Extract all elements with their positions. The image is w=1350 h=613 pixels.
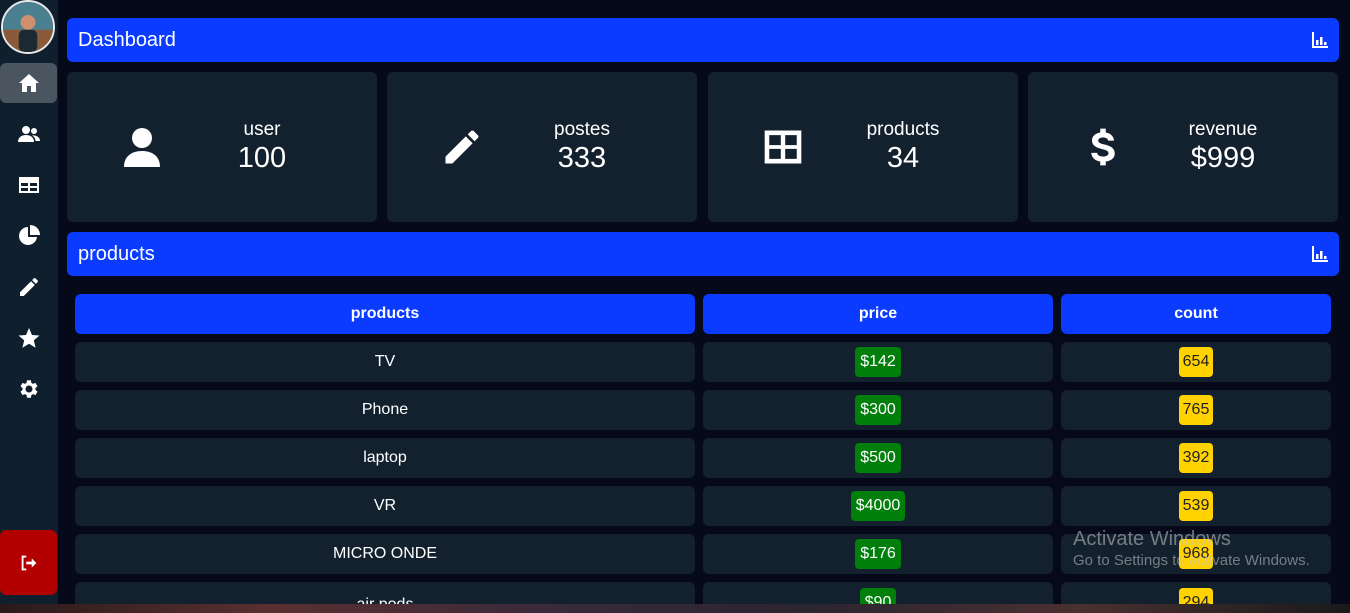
stat-label: revenue bbox=[1188, 119, 1258, 140]
pencil-icon bbox=[19, 278, 38, 296]
users-icon bbox=[17, 126, 40, 142]
sidebar-item-edit[interactable] bbox=[0, 267, 57, 307]
price-badge: $4000 bbox=[850, 491, 906, 521]
product-name-cell: Phone bbox=[75, 390, 695, 430]
sidebar-item-charts[interactable] bbox=[0, 216, 57, 256]
sidebar-item-users[interactable] bbox=[0, 114, 57, 154]
price-cell: $176 bbox=[703, 534, 1053, 574]
count-badge: 765 bbox=[1178, 395, 1214, 425]
product-name-cell: VR bbox=[75, 486, 695, 526]
count-badge: 294 bbox=[1178, 588, 1214, 604]
stat-label: postes bbox=[554, 119, 610, 140]
dashboard-header: Dashboard bbox=[67, 18, 1339, 62]
sidebar-item-tables[interactable] bbox=[0, 165, 57, 205]
price-badge: $142 bbox=[855, 347, 901, 377]
price-cell: $4000 bbox=[703, 486, 1053, 526]
stat-card-postes: postes 333 bbox=[387, 72, 697, 222]
stat-value: $999 bbox=[1190, 142, 1256, 174]
dollar-icon bbox=[1080, 124, 1126, 170]
stat-card-products: products 34 bbox=[708, 72, 1018, 222]
column-header-price[interactable]: price bbox=[703, 294, 1053, 334]
pie-chart-icon bbox=[18, 225, 40, 245]
products-header: products bbox=[67, 232, 1339, 276]
count-badge: 968 bbox=[1178, 539, 1214, 569]
stat-label: products bbox=[866, 119, 940, 140]
count-cell: 968 bbox=[1061, 534, 1331, 574]
count-cell: 392 bbox=[1061, 438, 1331, 478]
avatar[interactable] bbox=[1, 0, 55, 54]
chart-icon[interactable] bbox=[1311, 245, 1329, 263]
count-badge: 539 bbox=[1178, 491, 1214, 521]
count-badge: 392 bbox=[1178, 443, 1214, 473]
count-cell: 765 bbox=[1061, 390, 1331, 430]
logout-button[interactable] bbox=[0, 530, 57, 595]
price-cell: $142 bbox=[703, 342, 1053, 382]
stat-value: 100 bbox=[237, 142, 287, 174]
price-cell: $300 bbox=[703, 390, 1053, 430]
taskbar bbox=[0, 604, 1350, 613]
gear-icon bbox=[20, 380, 37, 398]
stat-value: 34 bbox=[886, 142, 920, 174]
sidebar-item-settings[interactable] bbox=[0, 369, 57, 409]
chart-icon[interactable] bbox=[1311, 31, 1329, 49]
logout-icon bbox=[21, 555, 36, 570]
column-header-products[interactable]: products bbox=[75, 294, 695, 334]
product-name-cell: TV bbox=[75, 342, 695, 382]
user-icon bbox=[119, 124, 165, 170]
price-badge: $500 bbox=[855, 443, 901, 473]
sidebar-item-favorites[interactable] bbox=[0, 318, 57, 358]
price-badge: $90 bbox=[859, 588, 897, 604]
table-icon bbox=[760, 124, 806, 170]
price-cell: $500 bbox=[703, 438, 1053, 478]
pencil-icon bbox=[439, 124, 485, 170]
stat-card-user: user 100 bbox=[67, 72, 377, 222]
stat-value: 333 bbox=[557, 142, 607, 174]
price-badge: $300 bbox=[855, 395, 901, 425]
star-icon bbox=[18, 328, 39, 348]
page-title: Dashboard bbox=[78, 28, 176, 51]
table-icon bbox=[18, 177, 39, 193]
stat-card-revenue: revenue $999 bbox=[1028, 72, 1338, 222]
product-name-cell: air pods bbox=[75, 582, 695, 604]
stat-label: user bbox=[243, 119, 281, 140]
count-cell: 654 bbox=[1061, 342, 1331, 382]
price-cell: $90 bbox=[703, 582, 1053, 604]
sidebar bbox=[0, 0, 58, 613]
product-name-cell: laptop bbox=[75, 438, 695, 478]
product-name-cell: MICRO ONDE bbox=[75, 534, 695, 574]
column-header-count[interactable]: count bbox=[1061, 294, 1331, 334]
home-icon bbox=[18, 74, 39, 92]
price-badge: $176 bbox=[855, 539, 901, 569]
sidebar-item-home[interactable] bbox=[0, 63, 57, 103]
count-badge: 654 bbox=[1178, 347, 1214, 377]
product-name: air pods bbox=[357, 596, 414, 604]
count-cell: 294 bbox=[1061, 582, 1331, 604]
count-cell: 539 bbox=[1061, 486, 1331, 526]
section-title: products bbox=[78, 242, 155, 265]
